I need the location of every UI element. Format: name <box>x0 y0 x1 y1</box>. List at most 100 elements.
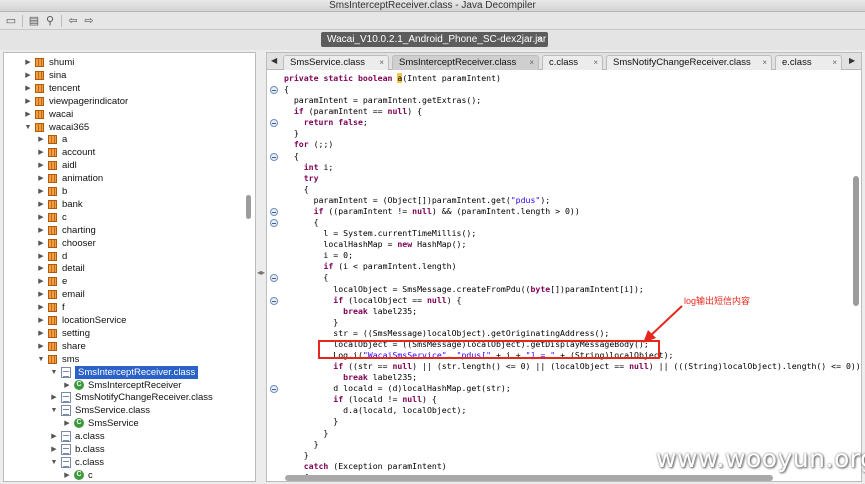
collapsed-arrow-icon[interactable]: ▶ <box>37 146 45 159</box>
tree-scrollbar[interactable] <box>246 195 251 219</box>
collapsed-arrow-icon[interactable]: ▶ <box>37 159 45 172</box>
splitter-handle-icon[interactable]: ◂▸ <box>257 268 265 277</box>
tree-item-class[interactable]: ▶ Cc <box>4 469 254 481</box>
tree-item-package[interactable]: ▶ bank <box>4 198 254 211</box>
close-icon[interactable]: × <box>529 56 534 70</box>
fold-toggle-icon[interactable] <box>270 86 278 95</box>
tree-item-package[interactable]: ▶ viewpagerindicator <box>4 95 254 108</box>
tree-item-package[interactable]: ▶ share <box>4 340 254 353</box>
tree-item-file[interactable]: ▼ c.class <box>4 456 254 469</box>
editor-tab[interactable]: SmsInterceptReceiver.class × <box>392 55 539 70</box>
fold-toggle-icon[interactable] <box>270 385 278 394</box>
collapsed-arrow-icon[interactable]: ▶ <box>37 198 45 211</box>
collapsed-arrow-icon[interactable]: ▶ <box>63 469 71 481</box>
collapsed-arrow-icon[interactable]: ▶ <box>37 288 45 301</box>
editor-tab[interactable]: c.class × <box>542 55 603 70</box>
class-icon: C <box>74 418 84 429</box>
tree-item-package[interactable]: ▶ detail <box>4 262 254 275</box>
package-tree[interactable]: ▶ shumi ▶ sina ▶ tencent ▶ viewpagerindicator ▶ w… <box>3 52 256 482</box>
expanded-arrow-icon[interactable]: ▼ <box>50 366 58 379</box>
tree-item-file[interactable]: ▶ SmsNotifyChangeReceiver.class <box>4 391 254 404</box>
editor-tab[interactable]: SmsService.class × <box>283 55 389 70</box>
collapsed-arrow-icon[interactable]: ▶ <box>37 224 45 237</box>
collapsed-arrow-icon[interactable]: ▶ <box>63 417 71 430</box>
close-icon[interactable]: × <box>762 56 767 70</box>
tree-item-package[interactable]: ▶ sina <box>4 69 254 82</box>
tree-item-package[interactable]: ▶ b <box>4 185 254 198</box>
expanded-arrow-icon[interactable]: ▼ <box>50 404 58 417</box>
close-icon[interactable]: × <box>832 56 837 70</box>
collapsed-arrow-icon[interactable]: ▶ <box>24 95 32 108</box>
collapsed-arrow-icon[interactable]: ▶ <box>63 379 71 392</box>
tree-item-package[interactable]: ▶ email <box>4 288 254 301</box>
collapsed-arrow-icon[interactable]: ▶ <box>50 391 58 404</box>
tree-item-file[interactable]: ▼ SmsInterceptReceiver.class <box>4 365 254 379</box>
tree-item-package[interactable]: ▶ locationService <box>4 314 254 327</box>
collapsed-arrow-icon[interactable]: ▶ <box>37 262 45 275</box>
fold-toggle-icon[interactable] <box>270 119 278 128</box>
editor-tab[interactable]: SmsNotifyChangeReceiver.class × <box>606 55 772 70</box>
tree-item-file[interactable]: ▶ b.class <box>4 443 254 456</box>
code-vertical-scrollbar[interactable] <box>853 176 859 306</box>
collapsed-arrow-icon[interactable]: ▶ <box>37 185 45 198</box>
fold-toggle-icon[interactable] <box>270 152 278 161</box>
collapsed-arrow-icon[interactable]: ▶ <box>50 430 58 443</box>
tree-item-package[interactable]: ▼ sms <box>4 353 254 366</box>
tree-item-package[interactable]: ▶ c <box>4 211 254 224</box>
collapsed-arrow-icon[interactable]: ▶ <box>37 275 45 288</box>
open-folder-icon[interactable]: ▭ <box>4 14 18 28</box>
fold-toggle-icon[interactable] <box>270 219 278 228</box>
collapsed-arrow-icon[interactable]: ▶ <box>37 301 45 314</box>
fold-toggle-icon[interactable] <box>270 207 278 216</box>
tree-item-package[interactable]: ▶ aidl <box>4 159 254 172</box>
collapsed-arrow-icon[interactable]: ▶ <box>37 211 45 224</box>
fold-toggle-icon[interactable] <box>270 274 278 283</box>
tree-item-package[interactable]: ▶ wacai <box>4 108 254 121</box>
collapsed-arrow-icon[interactable]: ▶ <box>37 340 45 353</box>
close-icon[interactable]: × <box>379 56 384 70</box>
close-icon[interactable]: × <box>593 56 598 70</box>
tree-item-package[interactable]: ▶ d <box>4 250 254 263</box>
collapsed-arrow-icon[interactable]: ▶ <box>37 327 45 340</box>
expanded-arrow-icon[interactable]: ▼ <box>50 456 58 469</box>
collapsed-arrow-icon[interactable]: ▶ <box>50 443 58 456</box>
collapsed-arrow-icon[interactable]: ▶ <box>24 108 32 121</box>
tree-item-package[interactable]: ▶ setting <box>4 327 254 340</box>
expanded-arrow-icon[interactable]: ▼ <box>24 121 32 134</box>
search-icon[interactable]: ⚲ <box>43 14 57 28</box>
tree-item-file[interactable]: ▶ a.class <box>4 430 254 443</box>
fold-toggle-icon[interactable] <box>270 296 278 305</box>
code-area[interactable]: private static boolean a(Intent paramInt… <box>284 70 861 481</box>
collapsed-arrow-icon[interactable]: ▶ <box>37 314 45 327</box>
expanded-arrow-icon[interactable]: ▼ <box>37 353 45 366</box>
collapsed-arrow-icon[interactable]: ▶ <box>37 250 45 263</box>
collapsed-arrow-icon[interactable]: ▶ <box>37 133 45 146</box>
tab-scroll-right-icon[interactable]: ▶ <box>849 56 855 65</box>
collapsed-arrow-icon[interactable]: ▶ <box>37 172 45 185</box>
code-horizontal-scrollbar[interactable] <box>285 475 773 481</box>
collapsed-arrow-icon[interactable]: ▶ <box>24 82 32 95</box>
tree-item-class[interactable]: ▶ C SmsInterceptReceiver <box>4 379 254 392</box>
tree-item-package[interactable]: ▼ wacai365 <box>4 121 254 134</box>
collapsed-arrow-icon[interactable]: ▶ <box>37 237 45 250</box>
tree-item-package[interactable]: ▶ a <box>4 133 254 146</box>
tree-item-package[interactable]: ▶ tencent <box>4 82 254 95</box>
tree-item-file[interactable]: ▼ SmsService.class <box>4 404 254 417</box>
editor-tab[interactable]: e.class × <box>775 55 842 70</box>
close-icon[interactable]: × <box>537 32 542 47</box>
file-tab-jar[interactable]: Wacai_V10.0.2.1_Android_Phone_SC-dex2jar… <box>321 32 548 47</box>
tree-item-class[interactable]: ▶ C SmsService <box>4 417 254 430</box>
tree-item-package[interactable]: ▶ charting <box>4 224 254 237</box>
collapsed-arrow-icon[interactable]: ▶ <box>24 56 32 69</box>
tree-item-package[interactable]: ▶ f <box>4 301 254 314</box>
open-file-icon[interactable]: ▤ <box>27 14 41 28</box>
tree-item-package[interactable]: ▶ animation <box>4 172 254 185</box>
tree-item-package[interactable]: ▶ account <box>4 146 254 159</box>
forward-icon[interactable]: ⇨ <box>82 14 96 28</box>
tree-item-package[interactable]: ▶ shumi <box>4 56 254 69</box>
tree-item-package[interactable]: ▶ chooser <box>4 237 254 250</box>
back-icon[interactable]: ⇦ <box>66 14 80 28</box>
tree-item-package[interactable]: ▶ e <box>4 275 254 288</box>
tab-scroll-left-icon[interactable]: ◀ <box>271 56 277 65</box>
collapsed-arrow-icon[interactable]: ▶ <box>24 69 32 82</box>
